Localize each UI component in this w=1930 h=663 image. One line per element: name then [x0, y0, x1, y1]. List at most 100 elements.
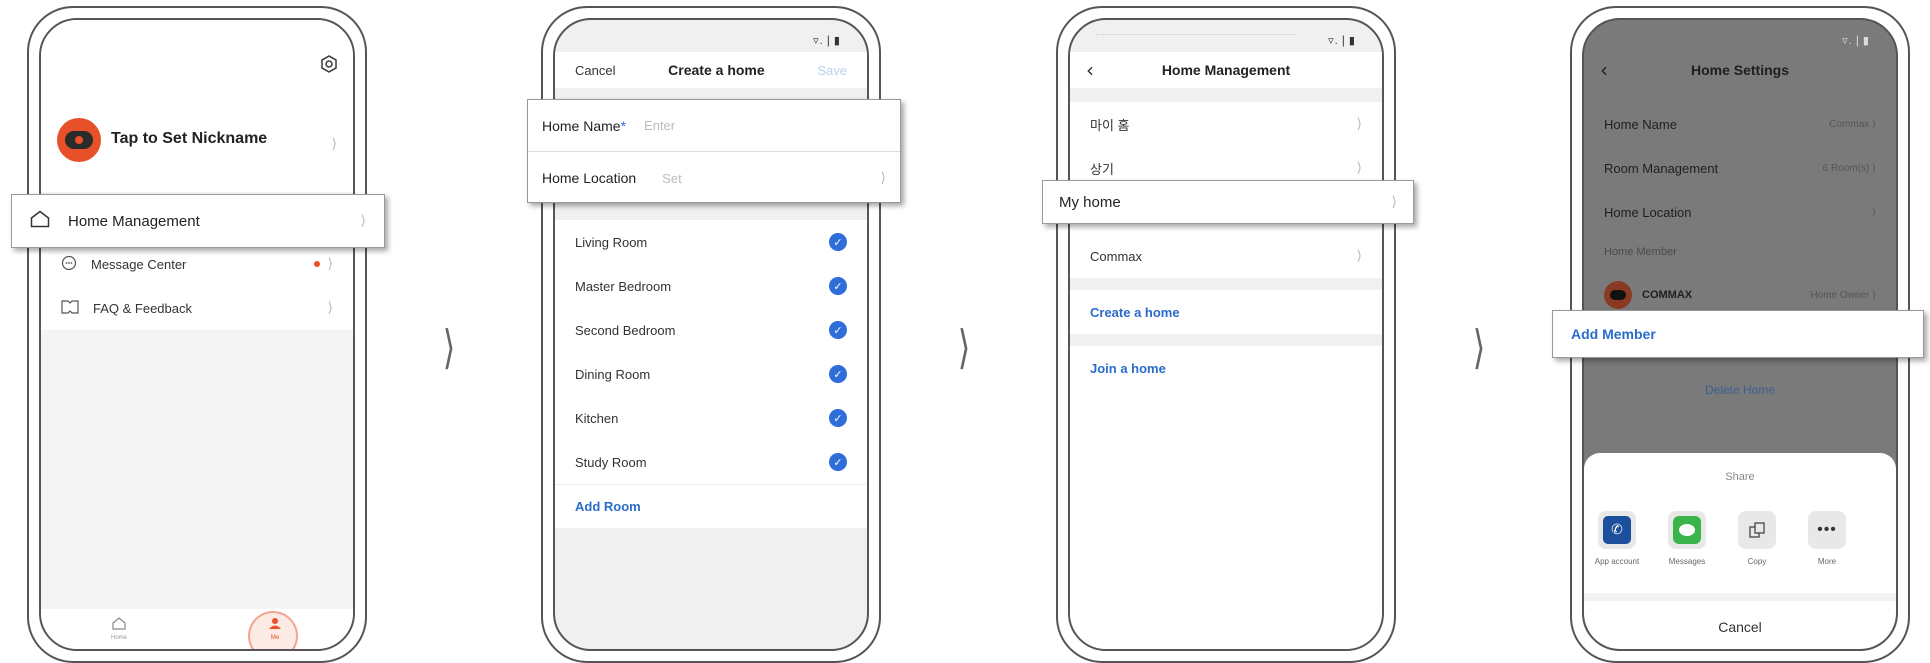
- setting-row-home-name[interactable]: Home Name Commax ⟩: [1584, 102, 1896, 146]
- nickname-label[interactable]: Tap to Set Nickname: [111, 130, 267, 148]
- nav-bar: Cancel Create a home Save: [555, 52, 867, 88]
- share-title: Share: [1725, 471, 1755, 483]
- share-options: ✆ App account Messages Copy ••• More: [1584, 483, 1896, 566]
- join-home-button[interactable]: Join a home: [1070, 346, 1382, 390]
- avatar[interactable]: [57, 118, 101, 162]
- delete-home-label: Delete Home: [1704, 383, 1776, 397]
- tab-home[interactable]: Home: [41, 609, 197, 649]
- home-label: 상기: [1090, 161, 1114, 177]
- delete-home-button[interactable]: Delete Home: [1584, 368, 1896, 412]
- field-label: Home Name: [542, 117, 621, 134]
- list-item[interactable]: Kitchen ✓: [555, 396, 867, 440]
- chevron-right-icon: ⟩: [1872, 289, 1876, 301]
- share-option-label: Messages: [1668, 557, 1706, 566]
- status-bar-blur: [1096, 34, 1296, 42]
- save-button[interactable]: Save: [817, 63, 847, 78]
- chevron-right-icon: ⟩: [360, 213, 366, 229]
- phone-icon: ✆: [1598, 511, 1636, 549]
- screen-home-management: ▿.❘▮ ‹ Home Management 마이 홈 ⟩ 상기 ⟩ Commax ⟩…: [1068, 18, 1384, 651]
- list-item[interactable]: Second Bedroom ✓: [555, 308, 867, 352]
- list-item[interactable]: Dining Room ✓: [555, 352, 867, 396]
- cancel-button[interactable]: Cancel: [575, 63, 615, 78]
- home-name-input[interactable]: Enter: [644, 118, 675, 133]
- share-option-app-account[interactable]: ✆ App account: [1590, 511, 1644, 566]
- checkmark-icon[interactable]: ✓: [829, 409, 847, 427]
- room-label: Master Bedroom: [575, 278, 672, 294]
- room-label: Dining Room: [575, 366, 651, 382]
- gear-icon[interactable]: [319, 54, 339, 74]
- setting-label: Home Name: [1604, 116, 1677, 132]
- menu-item-label: Message Center: [91, 256, 187, 272]
- list-item[interactable]: Commax ⟩: [1070, 234, 1382, 278]
- chat-icon: [1668, 511, 1706, 549]
- share-divider: [1584, 593, 1896, 601]
- add-member-label: Add Member: [1571, 326, 1656, 342]
- member-role: Home Owner: [1810, 289, 1870, 301]
- list-item[interactable]: Study Room ✓: [555, 440, 867, 484]
- add-room-label: Add Room: [575, 499, 641, 514]
- callout-label: Home Management: [68, 212, 200, 230]
- settings-list: Home Name Commax ⟩ Room Management 6 Room(…: [1584, 102, 1896, 412]
- setting-row-room-management[interactable]: Room Management 6 Room(s) ⟩: [1584, 146, 1896, 190]
- chevron-right-icon: ⟩: [1356, 160, 1362, 176]
- section-label: Home Member: [1604, 246, 1677, 258]
- share-option-label: Copy: [1747, 557, 1767, 566]
- chevron-right-icon: ⟩: [1872, 162, 1876, 174]
- chevron-right-icon: ⟩: [880, 170, 886, 186]
- flow-arrow: ⟩: [442, 320, 456, 374]
- checkmark-icon[interactable]: ✓: [829, 233, 847, 251]
- flow-arrow: ⟩: [957, 320, 971, 374]
- room-label: Living Room: [575, 234, 648, 250]
- menu-item-message-center[interactable]: Message Center ⟩: [41, 242, 353, 286]
- home-name-field[interactable]: Home Name * Enter: [528, 100, 900, 152]
- chevron-right-icon: ⟩: [1356, 116, 1362, 132]
- checkmark-icon[interactable]: ✓: [829, 277, 847, 295]
- notification-dot: [313, 261, 320, 267]
- flow-arrow: ⟩: [1472, 320, 1486, 374]
- profile-card: Tap to Set Nickname ⟩: [41, 20, 353, 192]
- screen-me: ▿.❘▮ Tap to Set Nickname ⟩ Message Cente…: [39, 18, 355, 651]
- list-item[interactable]: Master Bedroom ✓: [555, 264, 867, 308]
- callout-home-management[interactable]: Home Management ⟩: [11, 194, 385, 248]
- create-home-button[interactable]: Create a home: [1070, 290, 1382, 334]
- add-room-button[interactable]: Add Room: [555, 484, 867, 528]
- chevron-right-icon: ⟩: [327, 300, 333, 316]
- field-label: Home Location: [542, 170, 637, 186]
- room-label: Second Bedroom: [575, 322, 676, 338]
- menu-item-faq[interactable]: FAQ & Feedback ⟩: [41, 286, 353, 330]
- tab-label: Home: [110, 635, 127, 641]
- callout-my-home[interactable]: My home ⟩: [1042, 180, 1414, 224]
- setting-row-home-location[interactable]: Home Location ⟩: [1584, 190, 1896, 234]
- nav-bar: ‹ Home Settings: [1584, 52, 1896, 88]
- message-icon: [61, 255, 77, 274]
- status-icons: ▿.❘▮: [1328, 35, 1356, 47]
- room-label: Study Room: [575, 454, 647, 470]
- page-title: Home Settings: [1690, 62, 1789, 78]
- nav-bar: ‹ Home Management: [1070, 52, 1382, 88]
- share-option-copy[interactable]: Copy: [1730, 511, 1784, 566]
- home-location-field[interactable]: Home Location Set ⟩: [528, 152, 900, 204]
- checkmark-icon[interactable]: ✓: [829, 365, 847, 383]
- member-name: COMMAX: [1642, 289, 1693, 301]
- share-option-messages[interactable]: Messages: [1660, 511, 1714, 566]
- back-icon[interactable]: ‹: [1086, 58, 1094, 82]
- phone-frame-home-management: ▿.❘▮ ‹ Home Management 마이 홈 ⟩ 상기 ⟩ Commax ⟩…: [1056, 6, 1396, 663]
- callout-add-member[interactable]: Add Member: [1552, 310, 1924, 358]
- home-location-value: Set: [662, 170, 682, 186]
- room-label: Kitchen: [575, 410, 619, 426]
- checkmark-icon[interactable]: ✓: [829, 453, 847, 471]
- list-item[interactable]: Living Room ✓: [555, 220, 867, 264]
- share-option-more[interactable]: ••• More: [1800, 511, 1854, 566]
- setting-value: Commax: [1829, 118, 1870, 130]
- share-cancel-button[interactable]: Cancel: [1584, 619, 1896, 635]
- page-title: Create a home: [668, 62, 765, 78]
- chevron-right-icon: ⟩: [1872, 206, 1876, 218]
- home-label: Commax: [1090, 248, 1143, 264]
- back-icon[interactable]: ‹: [1600, 58, 1608, 82]
- chevron-right-icon: ⟩: [1391, 194, 1397, 210]
- list-item[interactable]: 마이 홈 ⟩: [1070, 102, 1382, 146]
- avatar: [1604, 281, 1632, 309]
- bottom-tab-bar: Home Me: [41, 609, 353, 649]
- home-icon: [112, 617, 126, 635]
- checkmark-icon[interactable]: ✓: [829, 321, 847, 339]
